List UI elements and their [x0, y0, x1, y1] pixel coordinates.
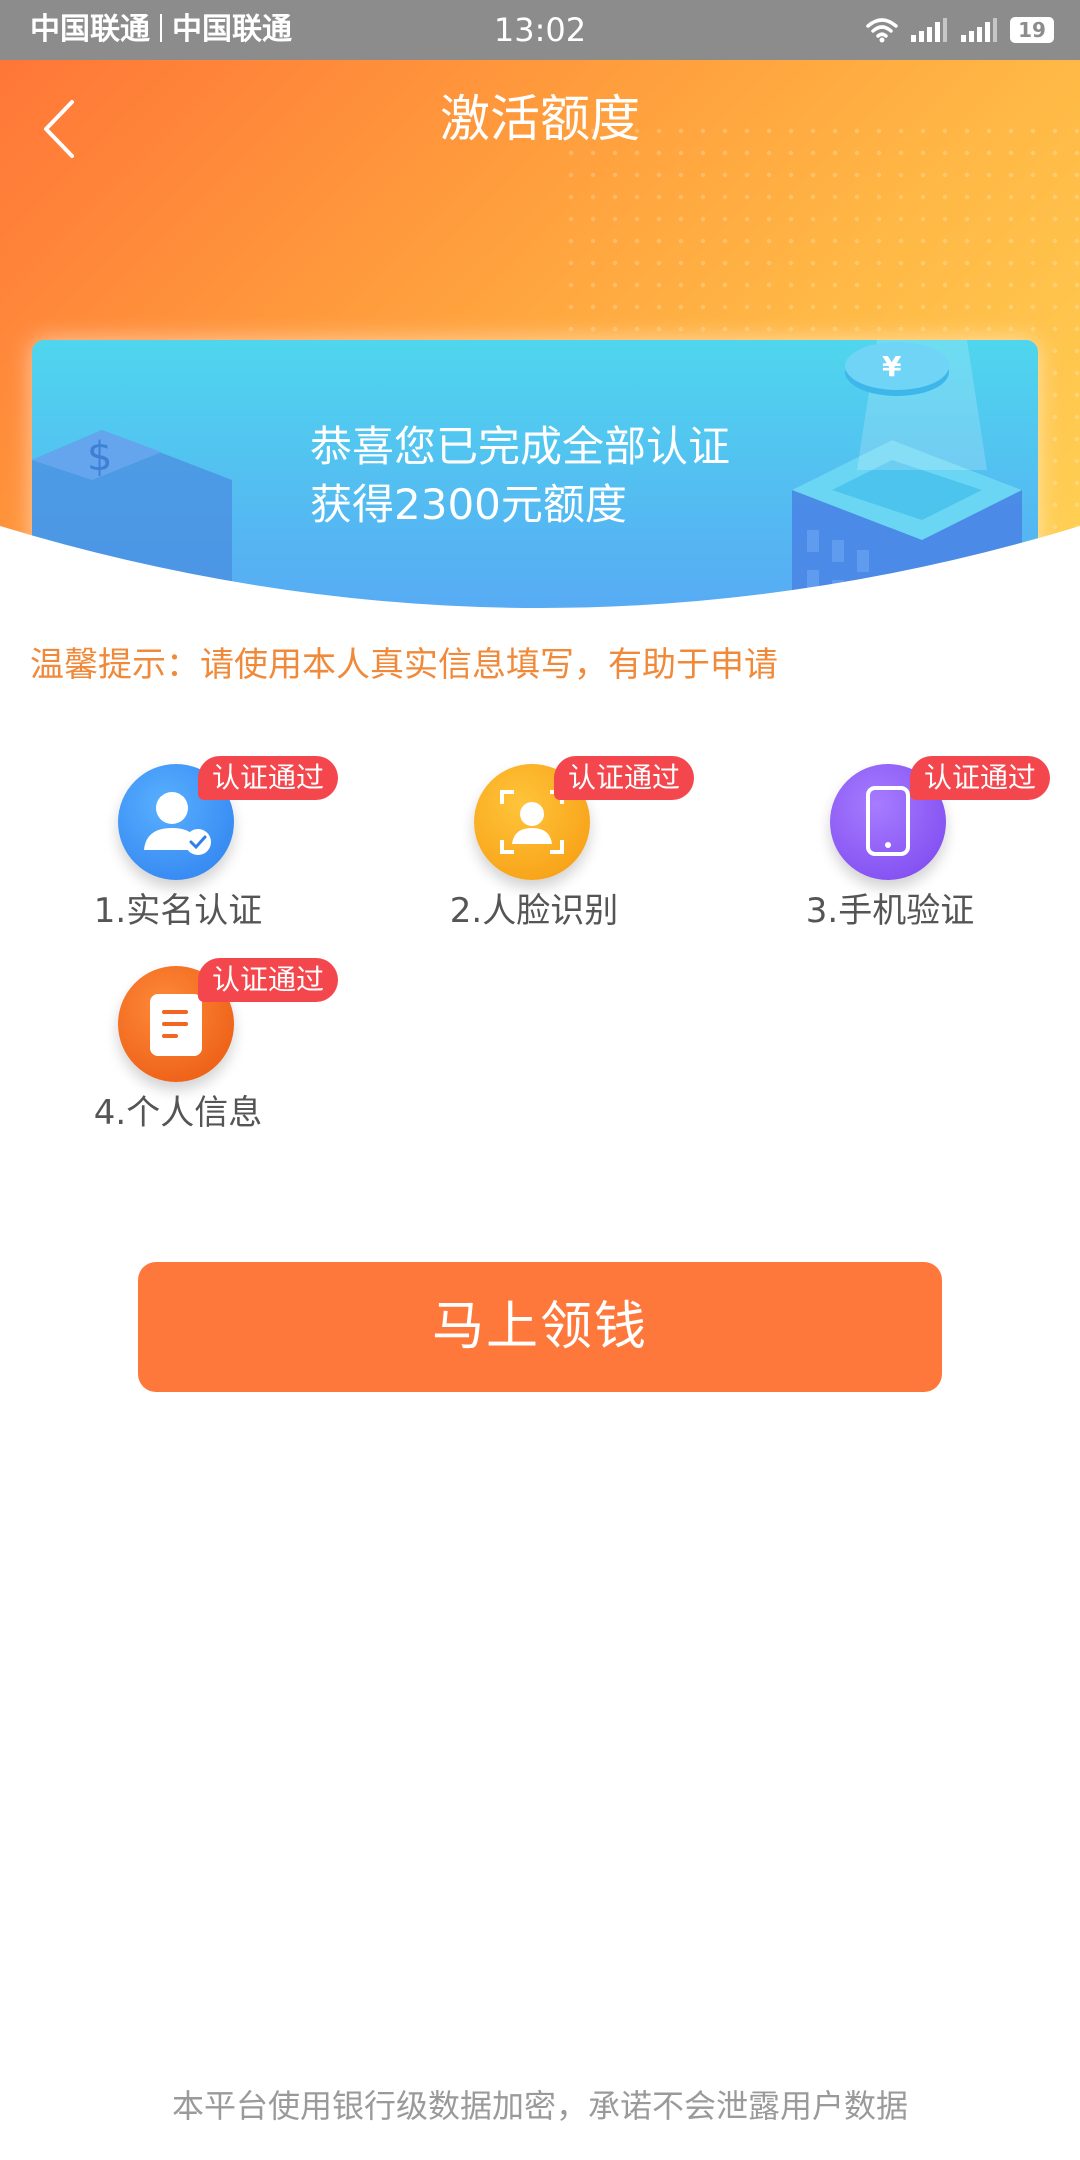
step-badge-2: 认证通过: [554, 756, 695, 800]
signal-icon: [961, 18, 997, 42]
step-label-1: 1.实名认证: [93, 891, 263, 931]
wave-divider: [0, 526, 1080, 630]
get-money-button[interactable]: 马上领钱: [138, 1262, 942, 1392]
step-label-2: 2.人脸识别: [449, 891, 619, 931]
wifi-icon: [866, 18, 898, 43]
svg-text:¥: ¥: [882, 350, 902, 383]
signal-icon: [911, 18, 947, 42]
step-label-4: 4.个人信息: [93, 1093, 263, 1133]
step-face-recognition[interactable]: 认证通过 2.人脸识别: [404, 756, 695, 964]
step-badge-3: 认证通过: [910, 756, 1051, 800]
step-badge-4: 认证通过: [198, 958, 339, 1002]
step-real-name[interactable]: 认证通过 1.实名认证: [48, 756, 339, 964]
status-icons: 19: [866, 14, 1054, 46]
step-personal-info[interactable]: 认证通过 4.个人信息: [48, 958, 339, 1166]
battery-icon: 19: [1010, 17, 1054, 43]
security-notice: 本平台使用银行级数据加密，承诺不会泄露用户数据: [171, 2087, 908, 2125]
page-title: 激活额度: [440, 90, 640, 148]
status-bar: 中国联通 中国联通 13:02 19: [0, 0, 1080, 60]
step-badge-1: 认证通过: [198, 756, 339, 800]
banner-line-1: 恭喜您已完成全部认证: [310, 422, 731, 471]
tip-text: 温馨提示：请使用本人真实信息填写，有助于申请: [30, 645, 778, 685]
banner-message: 恭喜您已完成全部认证 获得2300元额度: [310, 418, 730, 534]
step-label-3: 3.手机验证: [805, 891, 975, 931]
svg-text:$: $: [87, 434, 112, 480]
step-phone-verification[interactable]: 认证通过 3.手机验证: [760, 756, 1051, 964]
activate-credit-page: 中国联通 中国联通 13:02 19 激活额度 $ ¥ 恭喜您已完成全部认证 获…: [0, 0, 1080, 2160]
